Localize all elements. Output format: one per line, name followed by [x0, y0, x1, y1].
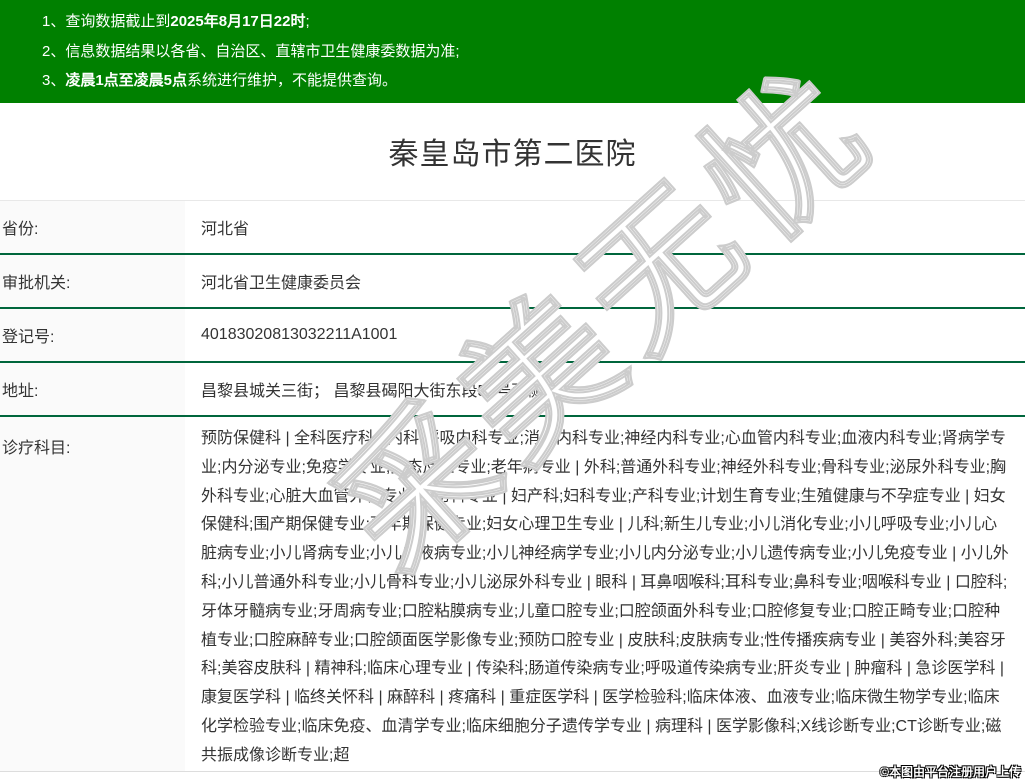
row-value: 预防保健科 | 全科医疗科 | 内科;呼吸内科专业;消化内科专业;神经内科专业;…: [201, 430, 1009, 764]
row-label: 地址:: [0, 363, 185, 415]
notice-text: 查询数据截止到: [65, 13, 171, 30]
notice-bold-text: 2025年8月17日22时: [170, 13, 306, 30]
table-row-approval-authority: 审批机关: 河北省卫生健康委员会: [0, 255, 1025, 309]
row-label: 诊疗科目:: [0, 417, 185, 771]
row-label: 审批机关:: [0, 255, 185, 307]
notice-banner: 1、查询数据截止到2025年8月17日22时; 2、信息数据结果以各省、自治区、…: [0, 0, 1025, 103]
row-value: 河北省: [201, 221, 250, 238]
notice-bold-text: 凌晨1点至凌晨5点: [65, 72, 188, 89]
notice-text: 信息数据结果以各省、自治区、直辖市卫生健康委数据为准;: [65, 42, 460, 60]
notice-number: 1、: [42, 13, 66, 30]
notice-number: 2、: [42, 42, 66, 60]
copyright-note: ©本图由平台注册用户上传: [880, 765, 1021, 779]
notice-line-2: 2、信息数据结果以各省、自治区、直辖市卫生健康委数据为准;: [42, 37, 1005, 67]
page-title: 秦皇岛市第二医院: [388, 138, 637, 171]
table-row-address: 地址: 昌黎县城关三街； 昌黎县碣阳大街东段50号西侧: [0, 363, 1025, 417]
row-value: 40183020813032211A1001: [201, 326, 398, 343]
table-row-province: 省份: 河北省: [0, 201, 1025, 255]
details-table: 省份: 河北省 审批机关: 河北省卫生健康委员会 登记号: 4018302081…: [0, 200, 1025, 772]
row-value: 昌黎县城关三街； 昌黎县碣阳大街东段50号西侧: [201, 383, 544, 400]
row-label: 省份:: [0, 201, 185, 253]
notice-text: 系统进行维护，不能提供查询。: [187, 72, 398, 89]
table-row-medical-subjects: 诊疗科目: 预防保健科 | 全科医疗科 | 内科;呼吸内科专业;消化内科专业;神…: [0, 417, 1025, 771]
row-label: 登记号:: [0, 309, 185, 361]
table-row-registration-number: 登记号: 40183020813032211A1001: [0, 309, 1025, 363]
notice-text: ;: [305, 13, 310, 30]
notice-number: 3、: [42, 72, 66, 89]
notice-line-1: 1、查询数据截止到2025年8月17日22时;: [42, 7, 1005, 37]
row-value: 河北省卫生健康委员会: [201, 275, 362, 292]
hospital-detail-page: 1、查询数据截止到2025年8月17日22时; 2、信息数据结果以各省、自治区、…: [0, 0, 1025, 783]
notice-line-3: 3、凌晨1点至凌晨5点系统进行维护，不能提供查询。: [42, 66, 1005, 96]
